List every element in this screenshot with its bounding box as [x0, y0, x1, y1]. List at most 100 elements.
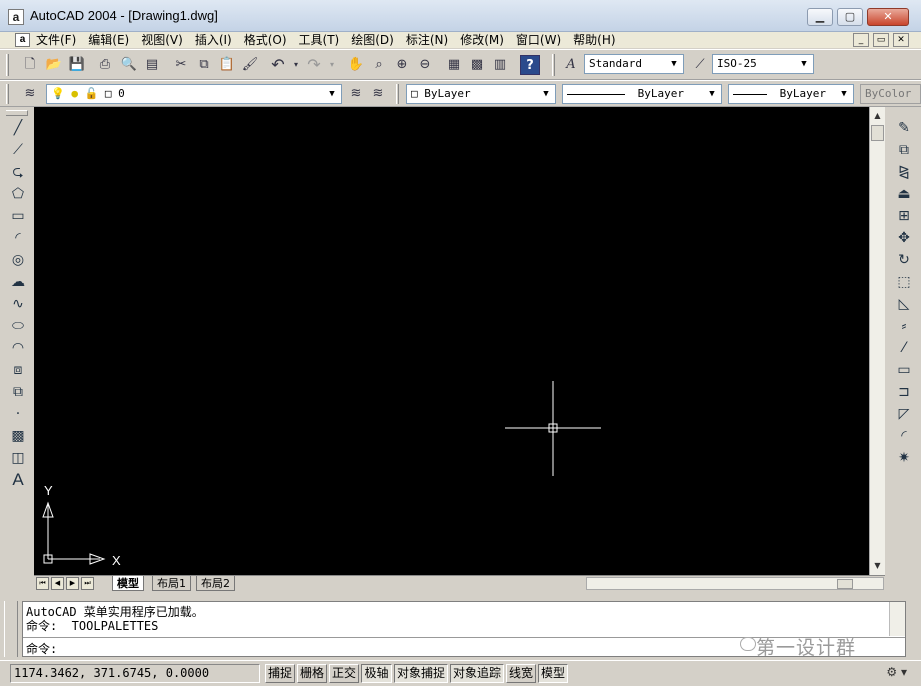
lineweight-toggle[interactable]: 线宽 [506, 664, 536, 683]
next-tab-icon[interactable]: ▶ [66, 577, 79, 590]
menu-dimension[interactable]: 标注(N) [406, 33, 448, 47]
rectangle-icon[interactable]: ▭ [7, 206, 29, 226]
close-button[interactable]: ✕ [867, 8, 909, 26]
osnap-toggle[interactable]: 对象捕捉 [394, 664, 448, 683]
text-style-select[interactable]: Standard ▼ [584, 54, 684, 74]
construction-line-icon[interactable]: ⟋ [7, 140, 29, 160]
maximize-button[interactable]: ▢ [837, 8, 863, 26]
doc-restore-button[interactable]: ▭ [873, 33, 889, 47]
communication-center-icon[interactable]: ⚙ ▾ [886, 665, 907, 679]
last-tab-icon[interactable]: ⏭ [81, 577, 94, 590]
menu-insert[interactable]: 插入(I) [195, 33, 232, 47]
horizontal-scrollbar[interactable] [586, 577, 884, 590]
point-icon[interactable]: · [7, 404, 29, 424]
first-tab-icon[interactable]: ⏮ [36, 577, 49, 590]
linetype-select[interactable]: ByLayer ▼ [562, 84, 722, 104]
scroll-up-icon[interactable]: ▲ [870, 109, 885, 123]
coordinate-readout[interactable]: 1174.3462, 371.6745, 0.0000 [10, 664, 260, 683]
paste-icon[interactable]: 📋 [217, 55, 237, 75]
model-toggle[interactable]: 模型 [538, 664, 568, 683]
copy-icon[interactable]: ⧉ [893, 140, 915, 160]
toolbar-grip[interactable] [552, 54, 555, 76]
scroll-down-icon[interactable]: ▼ [870, 559, 885, 573]
ellipse-arc-icon[interactable]: ◠ [7, 338, 29, 358]
menu-format[interactable]: 格式(O) [244, 33, 287, 47]
polar-toggle[interactable]: 极轴 [361, 664, 392, 683]
grid-toggle[interactable]: 栅格 [297, 664, 327, 683]
tab-layout1[interactable]: 布局1 [152, 576, 191, 591]
zoom-realtime-icon[interactable]: ⌕ [369, 55, 389, 75]
scroll-thumb[interactable] [871, 125, 884, 141]
join-icon[interactable]: ⊐ [893, 382, 915, 402]
move-icon[interactable]: ✥ [893, 228, 915, 248]
pan-icon[interactable]: ✋ [346, 55, 366, 75]
erase-icon[interactable]: ✎ [893, 118, 915, 138]
menu-edit[interactable]: 编辑(E) [88, 33, 129, 47]
fillet-icon[interactable]: ◜ [893, 426, 915, 446]
extend-icon[interactable]: ⁄ [893, 338, 915, 358]
minimize-button[interactable]: ▁ [807, 8, 833, 26]
tab-model[interactable]: 模型 [112, 576, 144, 591]
vertical-scrollbar[interactable]: ▲ ▼ [869, 107, 885, 575]
title-bar[interactable]: a AutoCAD 2004 - [Drawing1.dwg] ▁ ▢ ✕ [0, 0, 921, 32]
hatch-icon[interactable]: ▩ [7, 426, 29, 446]
make-object-layer-current-icon[interactable]: ≋ [346, 84, 366, 104]
prev-tab-icon[interactable]: ◀ [51, 577, 64, 590]
toolbar-grip[interactable] [6, 84, 9, 104]
ellipse-icon[interactable]: ⬭ [7, 316, 29, 336]
tool-palettes-icon[interactable]: ▥ [490, 55, 510, 75]
ortho-toggle[interactable]: 正交 [329, 664, 359, 683]
insert-block-icon[interactable]: ⧈ [7, 360, 29, 380]
publish-icon[interactable]: ▤ [142, 55, 162, 75]
array-icon[interactable]: ⊞ [893, 206, 915, 226]
model-space-canvas[interactable]: Y X [34, 107, 869, 575]
redo-icon[interactable]: ↷ [304, 55, 324, 75]
lineweight-select[interactable]: ByLayer ▼ [728, 84, 854, 104]
plotstyle-select[interactable]: ByColor [860, 84, 921, 104]
stretch-icon[interactable]: ◺ [893, 294, 915, 314]
copy-clipboard-icon[interactable]: ⧉ [194, 55, 214, 75]
new-file-icon[interactable]: 🗋 [20, 55, 40, 75]
menu-file[interactable]: 文件(F) [36, 33, 76, 47]
undo-dropdown-icon[interactable]: ▾ [286, 55, 306, 75]
polyline-icon[interactable]: ⮎ [7, 162, 29, 182]
circle-icon[interactable]: ◎ [7, 250, 29, 270]
rotate-icon[interactable]: ↻ [893, 250, 915, 270]
region-icon[interactable]: ◫ [7, 448, 29, 468]
offset-icon[interactable]: ⏏ [893, 184, 915, 204]
polygon-icon[interactable]: ⬠ [7, 184, 29, 204]
color-select[interactable]: □ ByLayer ▼ [406, 84, 556, 104]
otrack-toggle[interactable]: 对象追踪 [450, 664, 504, 683]
revision-cloud-icon[interactable]: ☁ [7, 272, 29, 292]
trim-icon[interactable]: ⸗ [893, 316, 915, 336]
command-window-grip[interactable] [4, 601, 18, 657]
toolbar-grip[interactable] [396, 84, 399, 104]
make-block-icon[interactable]: ⧉ [7, 382, 29, 402]
print-icon[interactable]: ⎙ [95, 55, 115, 75]
dim-style-select[interactable]: ISO-25 ▼ [712, 54, 814, 74]
zoom-previous-icon[interactable]: ⊖ [415, 55, 435, 75]
multiline-text-icon[interactable]: A [7, 470, 29, 490]
scale-icon[interactable]: ⬚ [893, 272, 915, 292]
design-center-icon[interactable]: ▩ [467, 55, 487, 75]
print-preview-icon[interactable]: 🔍 [119, 55, 139, 75]
menu-window[interactable]: 窗口(W) [516, 33, 561, 47]
toolbar-grip[interactable] [6, 54, 9, 76]
help-icon[interactable]: ? [520, 55, 540, 75]
tab-layout2[interactable]: 布局2 [196, 576, 235, 591]
doc-minimize-button[interactable]: _ [853, 33, 869, 47]
doc-close-button[interactable]: ✕ [893, 33, 909, 47]
spline-icon[interactable]: ∿ [7, 294, 29, 314]
autocad-app-icon[interactable]: a [8, 9, 24, 25]
drawing-area[interactable]: Y X [34, 107, 869, 575]
break-icon[interactable]: ▭ [893, 360, 915, 380]
cut-icon[interactable]: ✂ [171, 55, 191, 75]
snap-toggle[interactable]: 捕捉 [265, 664, 295, 683]
chamfer-icon[interactable]: ◸ [893, 404, 915, 424]
match-properties-icon[interactable]: 🖌 [240, 55, 260, 75]
dim-style-icon[interactable]: ⟋ [690, 55, 710, 75]
zoom-window-icon[interactable]: ⊕ [392, 55, 412, 75]
text-style-icon[interactable]: A [561, 55, 581, 75]
properties-icon[interactable]: ▦ [444, 55, 464, 75]
layer-previous-icon[interactable]: ≋ [368, 84, 388, 104]
